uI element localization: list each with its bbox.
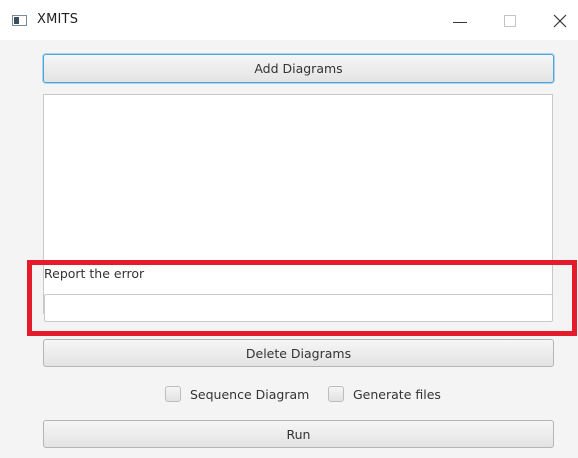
add-diagrams-button[interactable]: Add Diagrams [43, 54, 554, 83]
title-bar[interactable]: XMITS [0, 0, 578, 40]
report-error-input[interactable] [44, 294, 553, 322]
window-title: XMITS [37, 12, 79, 27]
app-icon [12, 15, 27, 26]
close-icon [553, 14, 567, 28]
maximize-button[interactable] [490, 4, 530, 36]
sequence-diagram-option[interactable]: Sequence Diagram [165, 384, 309, 404]
run-label: Run [286, 426, 311, 442]
add-diagrams-label: Add Diagrams [254, 61, 343, 76]
main-content: Add Diagrams Report the error Delete Dia… [0, 40, 578, 458]
sequence-diagram-checkbox[interactable] [165, 386, 181, 402]
sequence-diagram-label: Sequence Diagram [190, 386, 310, 402]
generate-files-checkbox[interactable] [328, 386, 344, 402]
delete-diagrams-button[interactable]: Delete Diagrams [43, 339, 554, 367]
generate-files-option[interactable]: Generate files [328, 384, 441, 404]
close-button[interactable] [540, 4, 578, 36]
report-error-label: Report the error [44, 266, 145, 281]
minimize-button[interactable] [440, 4, 480, 36]
app-window: XMITS Add Diagrams Report the error Dele… [0, 0, 578, 458]
run-button[interactable]: Run [43, 420, 554, 448]
generate-files-label: Generate files [353, 386, 441, 402]
diagram-list[interactable] [43, 94, 553, 314]
delete-diagrams-label: Delete Diagrams [245, 345, 352, 361]
